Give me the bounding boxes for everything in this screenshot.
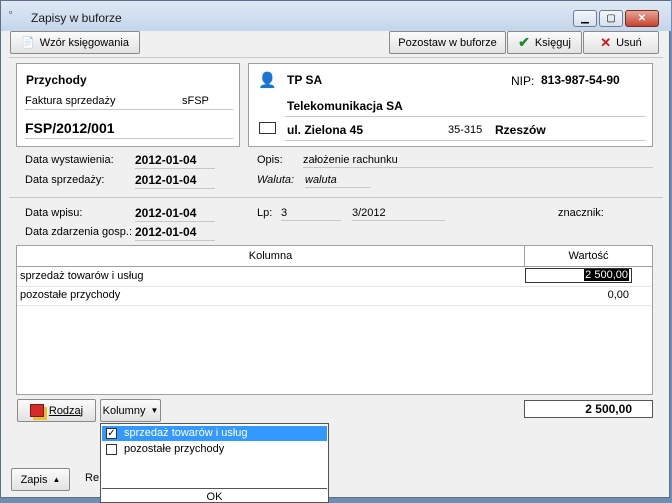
currency-label: Waluta: xyxy=(257,174,295,186)
title-bar: ▫ Zapisy w buforze ▁ ▢ ✕ xyxy=(1,1,671,31)
total-field: 2 500,00 xyxy=(524,400,653,418)
leave-label: Pozostaw w buforze xyxy=(398,36,497,49)
issue-date-value[interactable]: 2012-01-04 xyxy=(135,153,215,169)
contractor-street: ul. Zielona 45 xyxy=(287,123,364,137)
maximize-button[interactable]: ▢ xyxy=(599,10,623,27)
nip-value: 813-987-54-90 xyxy=(541,73,620,87)
delete-label: Usuń xyxy=(616,36,642,49)
contractor-panel: 👤 TP SA NIP: 813-987-54-90 Telekomunikac… xyxy=(248,63,653,147)
section-divider xyxy=(9,197,663,198)
dropdown-arrow-icon: ▼ xyxy=(150,406,159,415)
doc-kind: Faktura sprzedaży xyxy=(25,95,116,107)
row-name: sprzedaż towarów i usług xyxy=(20,270,144,282)
row-name: pozostałe przychody xyxy=(20,289,121,301)
issue-date-label: Data wystawienia: xyxy=(25,154,114,166)
table-row[interactable]: pozostałe przychody 0,00 xyxy=(17,286,652,306)
menu-ok-button[interactable]: OK xyxy=(102,488,327,503)
header-column[interactable]: Kolumna xyxy=(17,246,525,266)
contractor-postal-code: 35-315 xyxy=(448,124,483,136)
contractor-full-name: Telekomunikacja SA xyxy=(287,99,403,113)
tag-label: znacznik: xyxy=(558,207,604,219)
sale-date-label: Data sprzedaży: xyxy=(25,174,105,186)
post-label: Księguj xyxy=(534,36,571,49)
menu-item-label: sprzedaż towarów i usług xyxy=(124,427,248,439)
minimize-button[interactable]: ▁ xyxy=(573,10,597,27)
lp-number[interactable]: 3 xyxy=(281,207,341,221)
doc-number[interactable]: FSP/2012/001 xyxy=(25,120,233,139)
document-panel: Przychody Faktura sprzedaży sFSP FSP/201… xyxy=(16,63,240,147)
kind-label: Rodzaj xyxy=(48,404,84,417)
event-date-value[interactable]: 2012-01-04 xyxy=(135,225,215,241)
save-button[interactable]: Zapis ▲ xyxy=(11,468,70,491)
address-card-icon[interactable] xyxy=(259,122,276,134)
row-divider xyxy=(17,305,652,306)
checkbox-checked-icon[interactable]: ✓ xyxy=(106,428,117,439)
menu-item-label: pozostałe przychody xyxy=(124,443,225,455)
row-value-input[interactable]: 2 500,00 xyxy=(525,268,632,283)
columns-table: Kolumna Wartość sprzedaż towarów i usług… xyxy=(16,245,653,395)
name-underline xyxy=(285,116,645,117)
row-value: 0,00 xyxy=(607,289,629,301)
header-value[interactable]: Wartość xyxy=(525,246,652,266)
close-button[interactable]: ✕ xyxy=(625,10,659,27)
columns-label: Kolumny xyxy=(102,404,146,417)
table-row[interactable]: sprzedaż towarów i usług 2 500,00 xyxy=(17,267,652,286)
doc-type-title: Przychody xyxy=(26,73,87,87)
save-label: Zapis xyxy=(20,473,48,486)
delete-button[interactable]: ✕ Usuń xyxy=(583,31,659,54)
nip-label: NIP: xyxy=(511,74,535,88)
doc-kind-row: Faktura sprzedaży sFSP xyxy=(25,95,233,110)
window-icon: ▫ xyxy=(9,7,13,17)
leave-in-buffer-button[interactable]: Pozostaw w buforze xyxy=(389,31,506,54)
row-value-selected: 2 500,00 xyxy=(584,269,629,281)
partial-hidden-label: Re xyxy=(85,472,100,484)
document-icon: 📄 xyxy=(21,37,35,49)
columns-button[interactable]: Kolumny ▼ xyxy=(100,399,161,422)
sale-date-value[interactable]: 2012-01-04 xyxy=(135,173,215,189)
description-label: Opis: xyxy=(257,154,283,166)
lp-reference[interactable]: 3/2012 xyxy=(352,207,445,221)
entry-date-value[interactable]: 2012-01-04 xyxy=(135,206,215,222)
post-button[interactable]: ✔ Księguj xyxy=(507,31,582,54)
contractor-city: Rzeszów xyxy=(495,123,546,137)
event-date-label: Data zdarzenia gosp.: xyxy=(25,226,133,238)
address-underline xyxy=(285,140,645,141)
columns-popup-menu: ✓ sprzedaż towarów i usług pozostałe prz… xyxy=(100,423,329,503)
menu-item-selected[interactable]: ✓ sprzedaż towarów i usług xyxy=(102,426,327,441)
menu-item[interactable]: pozostałe przychody xyxy=(102,442,327,457)
currency-value[interactable]: waluta xyxy=(305,174,370,188)
contractor-person-icon[interactable]: 👤 xyxy=(258,71,277,89)
entry-date-label: Data wpisu: xyxy=(25,207,83,219)
kind-icon xyxy=(29,404,44,417)
checkbox-unchecked-icon[interactable] xyxy=(106,444,117,455)
delete-x-icon: ✕ xyxy=(600,34,612,50)
main-window: ▫ Zapisy w buforze ▁ ▢ ✕ 📄 Wzór księgowa… xyxy=(0,0,671,503)
template-label: Wzór księgowania xyxy=(39,36,129,49)
window-title: Zapisy w buforze xyxy=(31,11,122,25)
description-value[interactable]: założenie rachunku xyxy=(303,154,653,168)
contractor-short-name: TP SA xyxy=(287,73,323,87)
checkmark-icon: ✔ xyxy=(518,34,530,50)
dropdown-up-arrow-icon: ▲ xyxy=(52,475,61,484)
kind-button[interactable]: Rodzaj xyxy=(17,399,96,422)
doc-code: sFSP xyxy=(182,95,209,107)
toolbar-divider xyxy=(9,57,663,58)
table-header: Kolumna Wartość xyxy=(17,246,652,267)
template-button[interactable]: 📄 Wzór księgowania xyxy=(10,31,140,54)
lp-label: Lp: xyxy=(257,207,273,219)
